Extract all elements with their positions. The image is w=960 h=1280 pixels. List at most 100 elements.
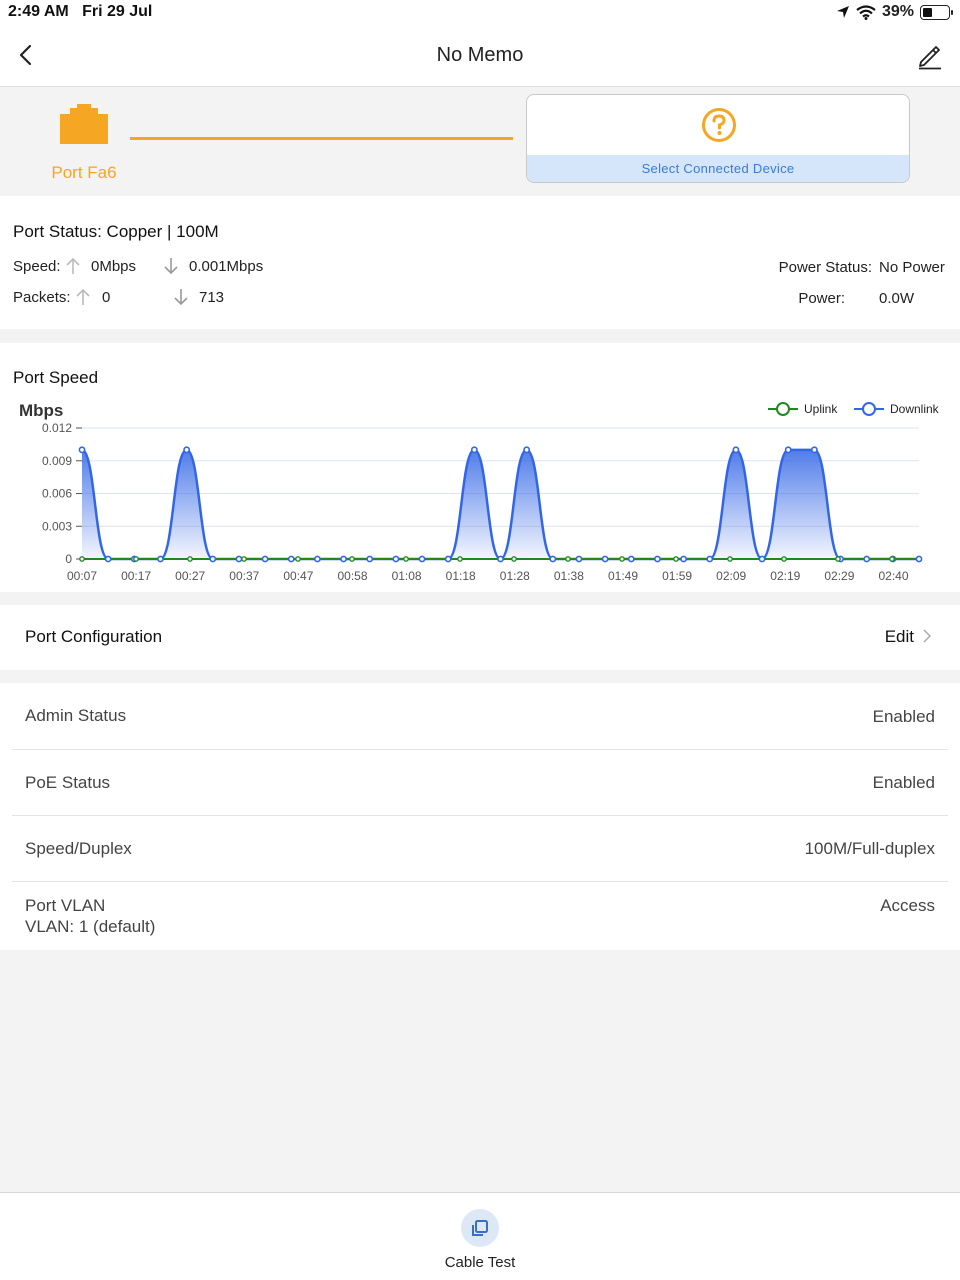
downlink-point (758, 555, 766, 563)
downlink-point (575, 555, 583, 563)
uplink-point (565, 556, 571, 562)
downlink-point (523, 446, 531, 454)
pencil-icon[interactable] (916, 40, 944, 70)
packets-down-value: 713 (199, 289, 225, 306)
detail-row-port-vlan: Port VLAN VLAN: 1 (default) Access (12, 882, 948, 950)
status-bar: 2:49 AM Fri 29 Jul 39% (0, 0, 960, 26)
detail-sub: VLAN: 1 (default) (25, 917, 156, 936)
location-icon (836, 6, 849, 18)
arrow-down-icon (174, 289, 188, 306)
x-tick-label: 00:07 (67, 569, 97, 583)
uplink-point (133, 556, 139, 562)
downlink-point (104, 555, 112, 563)
legend-marker (776, 402, 790, 416)
x-tick-label: 01:49 (608, 569, 638, 583)
packets-label: Packets: (13, 289, 71, 306)
port-status-title: Port Status: Copper | 100M (13, 222, 219, 241)
downlink-point (732, 446, 740, 454)
downlink-point (261, 555, 269, 563)
bottom-toolbar: Cable Test (0, 1192, 960, 1280)
speed-up-value: 0Mbps (91, 258, 137, 275)
uplink-point (79, 556, 85, 562)
uplink-point (673, 556, 679, 562)
x-tick-label: 02:40 (878, 569, 908, 583)
select-device-button[interactable]: Select Connected Device (526, 94, 910, 183)
x-tick-label: 01:38 (554, 569, 584, 583)
uplink-point (403, 556, 409, 562)
detail-row-admin-status: Admin Status Enabled (12, 683, 948, 750)
downlink-point (470, 446, 478, 454)
port-status-card: Port Status: Copper | 100M Speed: 0Mbps … (0, 196, 960, 329)
x-tick-label: 02:09 (716, 569, 746, 583)
x-tick-label: 00:27 (175, 569, 205, 583)
port-configuration-label: Port Configuration (25, 627, 163, 646)
downlink-point (287, 555, 295, 563)
power-label: Power: (798, 290, 845, 307)
arrow-up-icon (76, 288, 90, 305)
detail-value: Enabled (872, 773, 935, 792)
legend-label: Uplink (804, 402, 838, 416)
detail-key: Speed/Duplex (25, 839, 132, 858)
uplink-point (241, 556, 247, 562)
power-status-value: No Power (879, 259, 945, 276)
x-tick-label: 00:37 (229, 569, 259, 583)
downlink-point (209, 555, 217, 563)
y-axis-label: Mbps (19, 401, 63, 420)
port-label: Port Fa6 (51, 163, 117, 182)
cable-test-icon-bg (461, 1209, 499, 1247)
uplink-point (889, 556, 895, 562)
cable-test-button[interactable]: Cable Test (430, 1209, 530, 1275)
y-tick-label: 0.012 (42, 421, 72, 435)
downlink-point (863, 555, 871, 563)
uplink-point (781, 556, 787, 562)
downlink-point (366, 555, 374, 563)
downlink-point (706, 555, 714, 563)
y-tick-label: 0.006 (42, 487, 72, 501)
detail-value: Access (880, 896, 935, 915)
wifi-icon (856, 4, 876, 20)
battery-percent: 39% (881, 3, 914, 20)
arrow-down-icon (164, 258, 178, 275)
battery-icon (920, 4, 953, 20)
uplink-point (187, 556, 193, 562)
page-title: No Memo (436, 44, 524, 66)
uplink-point (457, 556, 463, 562)
downlink-point (810, 446, 818, 454)
detail-key: Port VLAN (25, 896, 106, 915)
edit-link[interactable]: Edit (885, 627, 914, 647)
uplink-point (295, 556, 301, 562)
port-speed-card: Mbps 0.012 0.009 0.006 0.003 0 00:07 00:17 00:27… (0, 343, 960, 592)
speed-label: Speed: (13, 258, 61, 275)
downlink-point (680, 555, 687, 563)
uplink-point (511, 556, 517, 562)
x-tick-label: 01:18 (446, 569, 476, 583)
downlink-point (314, 555, 321, 563)
question-icon (702, 108, 736, 142)
port-details-card: Admin Status Enabled PoE Status Enabled … (0, 683, 960, 950)
y-tick-label: 0.009 (42, 454, 72, 468)
legend-marker (862, 402, 876, 416)
downlink-point (444, 555, 452, 563)
speed-down-value: 0.001Mbps (189, 258, 264, 275)
detail-key: PoE Status (25, 773, 111, 792)
x-tick-label: 01:08 (392, 569, 422, 583)
port-speed-heading: Port Speed (13, 368, 99, 387)
port-banner: Port Fa6 Select Connected Device (0, 88, 960, 195)
downlink-area (82, 449, 919, 559)
downlink-point (157, 555, 164, 563)
battery-level (923, 7, 933, 17)
x-tick-label: 00:17 (121, 569, 151, 583)
uplink-point (835, 556, 841, 562)
nav-bar: No Memo (0, 26, 960, 87)
y-tick-label: 0 (65, 552, 72, 566)
arrow-up-icon (66, 257, 80, 274)
packets-up-value: 0 (102, 289, 111, 306)
x-tick-label: 00:58 (337, 569, 367, 583)
x-tick-label: 01:28 (500, 569, 530, 583)
connection-line (130, 137, 513, 140)
power-status-label: Power Status: (778, 259, 872, 276)
y-tick-label: 0.003 (42, 519, 72, 533)
x-tick-label: 02:19 (770, 569, 800, 583)
port-configuration-row[interactable]: Port Configuration Edit (0, 605, 960, 670)
downlink-point (340, 555, 347, 563)
